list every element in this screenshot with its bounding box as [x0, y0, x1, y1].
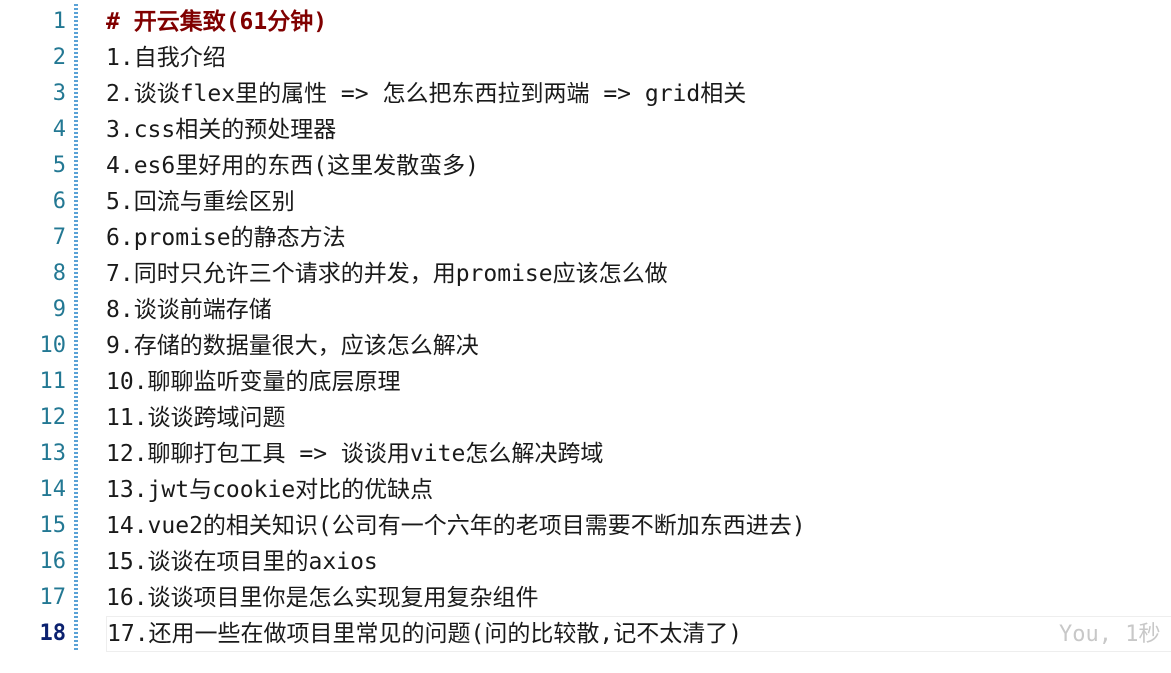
line-text: 3.css相关的预处理器 [106, 117, 337, 143]
line-text: 17.还用一些在做项目里常见的问题(问的比较散,记不太清了) [107, 621, 743, 647]
line-number: 17 [39, 585, 67, 610]
line-text: 4.es6里好用的东西(这里发散蛮多) [106, 153, 479, 179]
text-line[interactable]: 3.css相关的预处理器 [106, 112, 1171, 148]
line-number: 11 [39, 369, 67, 394]
text-line[interactable]: 2.谈谈flex里的属性 => 怎么把东西拉到两端 => grid相关 [106, 76, 1171, 112]
line-text: # 开云集致(61分钟) [106, 9, 328, 35]
text-line[interactable]: 9.存储的数据量很大，应该怎么解决 [106, 328, 1171, 364]
line-text: 14.vue2的相关知识(公司有一个六年的老项目需要不断加东西进去) [106, 513, 806, 539]
text-line[interactable]: 8.谈谈前端存储 [106, 292, 1171, 328]
text-line[interactable]: 16.谈谈项目里你是怎么实现复用复杂组件 [106, 580, 1171, 616]
text-line[interactable]: 7.同时只允许三个请求的并发，用promise应该怎么做 [106, 256, 1171, 292]
line-number: 12 [39, 405, 67, 430]
text-line[interactable]: 6.promise的静态方法 [106, 220, 1171, 256]
line-text: 12.聊聊打包工具 => 谈谈用vite怎么解决跨域 [106, 441, 604, 467]
line-text: 1.自我介绍 [106, 45, 226, 71]
text-line[interactable]: 15.谈谈在项目里的axios [106, 544, 1171, 580]
line-number: 14 [39, 477, 67, 502]
line-text: 9.存储的数据量很大，应该怎么解决 [106, 333, 479, 359]
markdown-editor[interactable]: 1 2 3 4 5 6 7 8 9 10 11 12 13 14 15 16 17 18 # 开云集致(61分钟)… [0, 0, 1171, 673]
git-change-indicator[interactable] [74, 4, 78, 650]
text-line[interactable]: 4.es6里好用的东西(这里发散蛮多) [106, 148, 1171, 184]
line-text: 13.jwt与cookie对比的优缺点 [106, 477, 434, 503]
line-text: 15.谈谈在项目里的axios [106, 549, 378, 575]
text-line[interactable]: 17.还用一些在做项目里常见的问题(问的比较散,记不太清了) You, 1秒 [106, 616, 1171, 652]
line-text: 5.回流与重绘区别 [106, 189, 295, 215]
line-text: 8.谈谈前端存储 [106, 297, 272, 323]
text-line[interactable]: 5.回流与重绘区别 [106, 184, 1171, 220]
text-line[interactable]: 10.聊聊监听变量的底层原理 [106, 364, 1171, 400]
line-number: 16 [39, 549, 67, 574]
line-text: 7.同时只允许三个请求的并发，用promise应该怎么做 [106, 261, 668, 287]
line-text: 2.谈谈flex里的属性 => 怎么把东西拉到两端 => grid相关 [106, 81, 747, 107]
line-number: 4 [52, 117, 66, 142]
line-number: 18 [39, 621, 67, 646]
line-number: 5 [52, 153, 66, 178]
text-line[interactable]: 13.jwt与cookie对比的优缺点 [106, 472, 1171, 508]
line-number: 6 [52, 189, 66, 214]
line-number: 10 [39, 333, 67, 358]
text-line[interactable]: 12.聊聊打包工具 => 谈谈用vite怎么解决跨域 [106, 436, 1171, 472]
line-number: 8 [52, 261, 66, 286]
text-line[interactable]: 11.谈谈跨域问题 [106, 400, 1171, 436]
text-line[interactable]: 14.vue2的相关知识(公司有一个六年的老项目需要不断加东西进去) [106, 508, 1171, 544]
line-text: 16.谈谈项目里你是怎么实现复用复杂组件 [106, 585, 539, 611]
line-number: 7 [52, 225, 66, 250]
line-number: 13 [39, 441, 67, 466]
text-line[interactable]: 1.自我介绍 [106, 40, 1171, 76]
line-number: 9 [52, 297, 66, 322]
line-number: 1 [52, 9, 66, 34]
line-text: 10.聊聊监听变量的底层原理 [106, 369, 401, 395]
git-blame-annotation: You, 1秒 [1059, 622, 1161, 647]
line-number: 2 [52, 45, 66, 70]
line-number: 3 [52, 81, 66, 106]
line-number: 15 [39, 513, 67, 538]
heading-line[interactable]: # 开云集致(61分钟) [106, 4, 1171, 40]
line-text: 11.谈谈跨域问题 [106, 405, 286, 431]
line-text: 6.promise的静态方法 [106, 225, 346, 251]
